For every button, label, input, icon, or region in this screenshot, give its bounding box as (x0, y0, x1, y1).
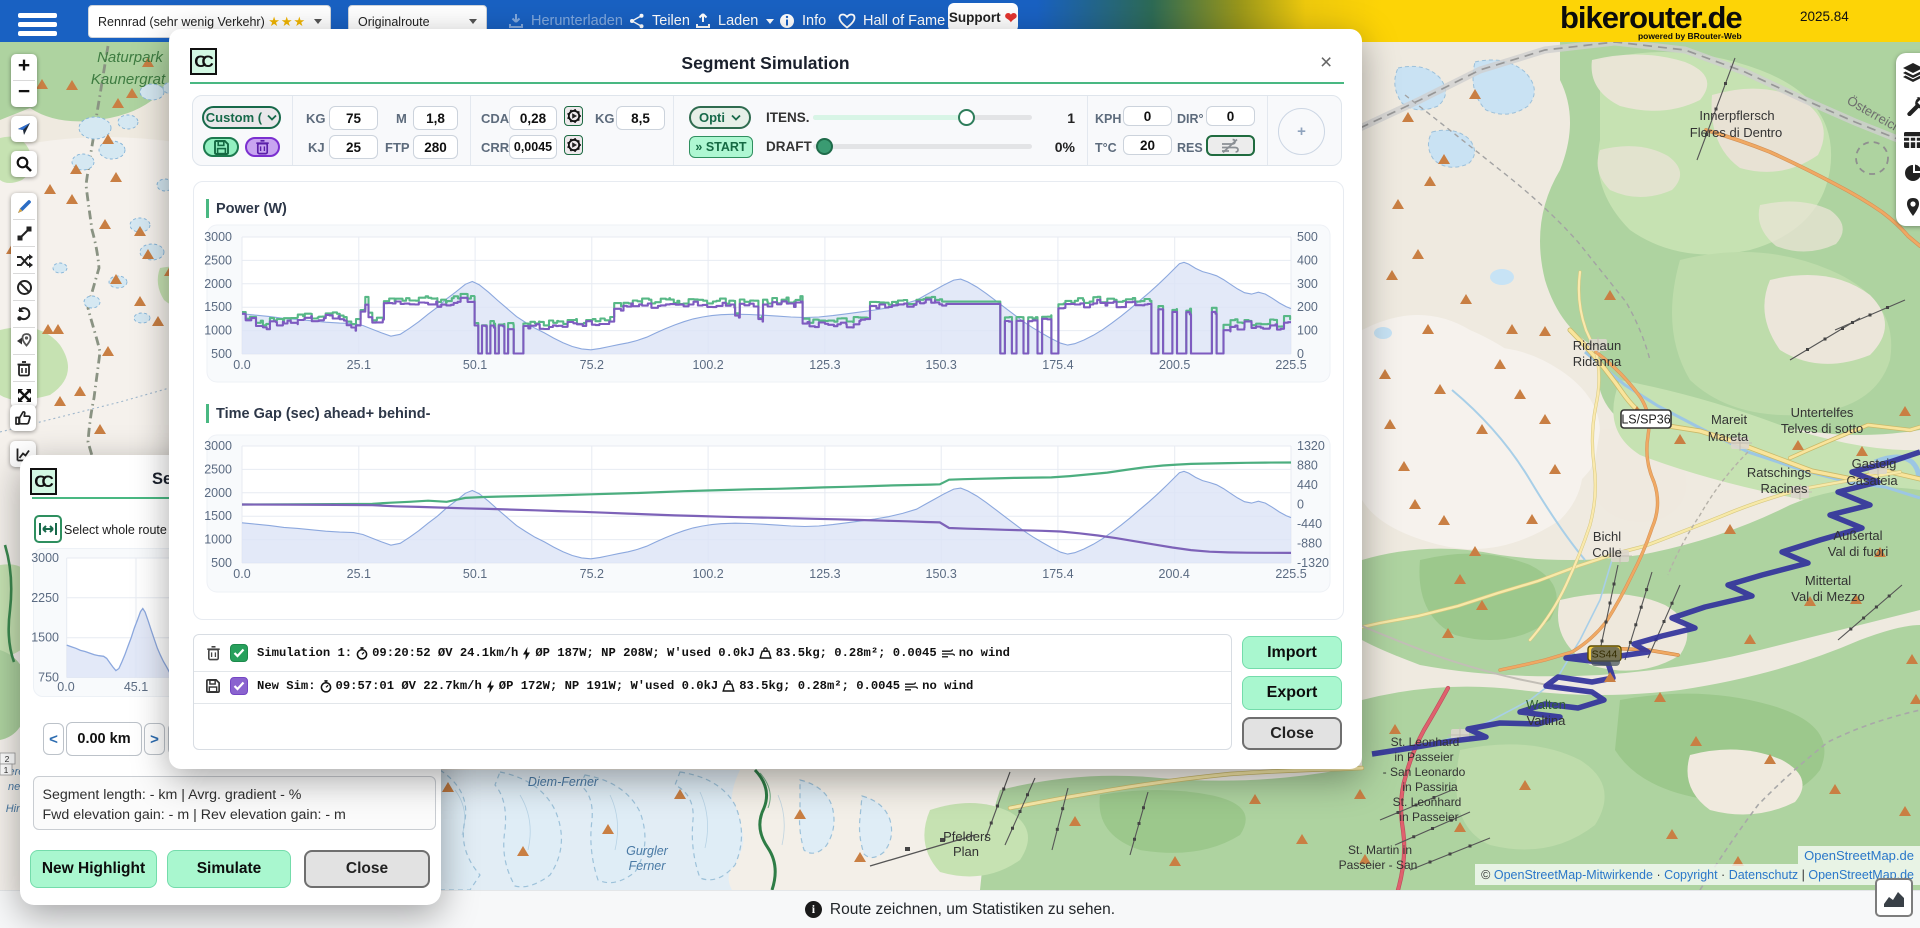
svg-text:1500: 1500 (31, 631, 59, 645)
svg-text:-1320: -1320 (1297, 556, 1329, 570)
svg-text:0: 0 (1297, 498, 1304, 512)
svg-text:150.3: 150.3 (926, 567, 957, 581)
svg-text:Racines: Racines (1761, 481, 1808, 496)
svg-text:St. Martin in: St. Martin in (1348, 843, 1412, 857)
svg-text:Innerpflersch: Innerpflersch (1699, 108, 1774, 123)
svg-text:LS/SP36: LS/SP36 (1621, 413, 1670, 427)
svg-text:175.4: 175.4 (1042, 567, 1073, 581)
svg-text:Ridnaun: Ridnaun (1573, 338, 1621, 353)
svg-text:Kaunergrat: Kaunergrat (91, 71, 166, 88)
svg-text:in Passeier: in Passeier (1399, 810, 1458, 824)
svg-text:Untertelfes: Untertelfes (1791, 405, 1854, 420)
svg-text:Mittertal: Mittertal (1805, 573, 1851, 588)
svg-text:-880: -880 (1297, 537, 1322, 551)
svg-text:750: 750 (38, 671, 59, 685)
svg-text:Walten: Walten (1526, 697, 1566, 712)
svg-text:175.4: 175.4 (1042, 358, 1073, 372)
svg-text:Gurgler: Gurgler (626, 844, 669, 858)
svg-text:100.2: 100.2 (692, 567, 723, 581)
svg-text:0: 0 (1297, 347, 1304, 361)
svg-text:Bichl: Bichl (1593, 529, 1621, 544)
svg-text:2250: 2250 (31, 591, 59, 605)
svg-text:SS44: SS44 (1592, 649, 1618, 661)
svg-text:Gasteig: Gasteig (1852, 456, 1897, 471)
svg-text:125.3: 125.3 (809, 567, 840, 581)
svg-text:200.4: 200.4 (1159, 567, 1190, 581)
svg-text:Ratschings: Ratschings (1747, 465, 1812, 480)
svg-text:- San Leonardo: - San Leonardo (1383, 765, 1466, 779)
svg-text:3000: 3000 (31, 551, 59, 565)
svg-text:150.3: 150.3 (926, 358, 957, 372)
svg-text:Diem-Ferner: Diem-Ferner (528, 775, 599, 789)
svg-text:0.0: 0.0 (233, 567, 250, 581)
svg-text:Colle: Colle (1592, 545, 1622, 560)
svg-text:Casateia: Casateia (1846, 473, 1898, 488)
svg-text:45.1: 45.1 (124, 680, 148, 694)
svg-text:Ferner: Ferner (629, 859, 667, 873)
svg-text:200: 200 (1297, 300, 1318, 314)
svg-text:Ridanna: Ridanna (1573, 354, 1622, 369)
svg-text:1320: 1320 (1297, 439, 1325, 453)
svg-text:Passeier - San: Passeier - San (1339, 858, 1418, 872)
svg-text:880: 880 (1297, 459, 1318, 473)
svg-text:2: 2 (5, 754, 10, 764)
svg-text:75.2: 75.2 (580, 358, 604, 372)
svg-text:1500: 1500 (204, 509, 232, 523)
svg-text:200.5: 200.5 (1159, 358, 1190, 372)
svg-text:Valtina: Valtina (1527, 713, 1567, 728)
svg-text:0.0: 0.0 (57, 680, 74, 694)
svg-text:1000: 1000 (204, 533, 232, 547)
svg-text:75.2: 75.2 (580, 567, 604, 581)
svg-text:400: 400 (1297, 253, 1318, 267)
svg-text:in Passeier: in Passeier (1394, 750, 1453, 764)
svg-text:Power (W): Power (W) (216, 201, 287, 217)
svg-text:500: 500 (211, 347, 232, 361)
svg-text:2000: 2000 (204, 486, 232, 500)
svg-text:100: 100 (1297, 324, 1318, 338)
svg-text:2500: 2500 (204, 253, 232, 267)
svg-text:in Passiria: in Passiria (1402, 780, 1458, 794)
svg-text:3000: 3000 (204, 439, 232, 453)
svg-text:500: 500 (1297, 230, 1318, 244)
svg-text:-440: -440 (1297, 517, 1322, 531)
svg-text:500: 500 (211, 556, 232, 570)
svg-text:Val di Mezzo: Val di Mezzo (1791, 589, 1864, 604)
svg-text:Time Gap (sec) ahead+ behind-: Time Gap (sec) ahead+ behind- (216, 406, 431, 422)
svg-text:St. Leonhard: St. Leonhard (1393, 795, 1462, 809)
svg-text:Val di fuori: Val di fuori (1828, 544, 1889, 559)
svg-text:Fleres di Dentro: Fleres di Dentro (1690, 125, 1782, 140)
svg-text:100.2: 100.2 (692, 358, 723, 372)
svg-text:440: 440 (1297, 478, 1318, 492)
svg-text:Plan: Plan (953, 844, 979, 859)
svg-text:25.1: 25.1 (347, 567, 371, 581)
svg-text:3000: 3000 (204, 230, 232, 244)
svg-text:0.0: 0.0 (233, 358, 250, 372)
svg-text:25.1: 25.1 (347, 358, 371, 372)
svg-text:50.1: 50.1 (463, 358, 487, 372)
svg-text:Mareit: Mareit (1711, 412, 1748, 427)
svg-text:St. Leonhard: St. Leonhard (1391, 735, 1460, 749)
svg-text:50.1: 50.1 (463, 567, 487, 581)
svg-text:1: 1 (4, 765, 9, 775)
svg-text:Mareta: Mareta (1708, 429, 1749, 444)
svg-text:Naturpark: Naturpark (97, 49, 164, 66)
svg-text:2500: 2500 (204, 462, 232, 476)
svg-text:125.3: 125.3 (809, 358, 840, 372)
svg-text:Außertal: Außertal (1833, 528, 1882, 543)
svg-text:Pfelders: Pfelders (943, 829, 991, 844)
svg-text:300: 300 (1297, 277, 1318, 291)
svg-text:1000: 1000 (204, 324, 232, 338)
svg-text:2000: 2000 (204, 277, 232, 291)
svg-text:Telves di sotto: Telves di sotto (1781, 421, 1863, 436)
svg-text:1500: 1500 (204, 300, 232, 314)
